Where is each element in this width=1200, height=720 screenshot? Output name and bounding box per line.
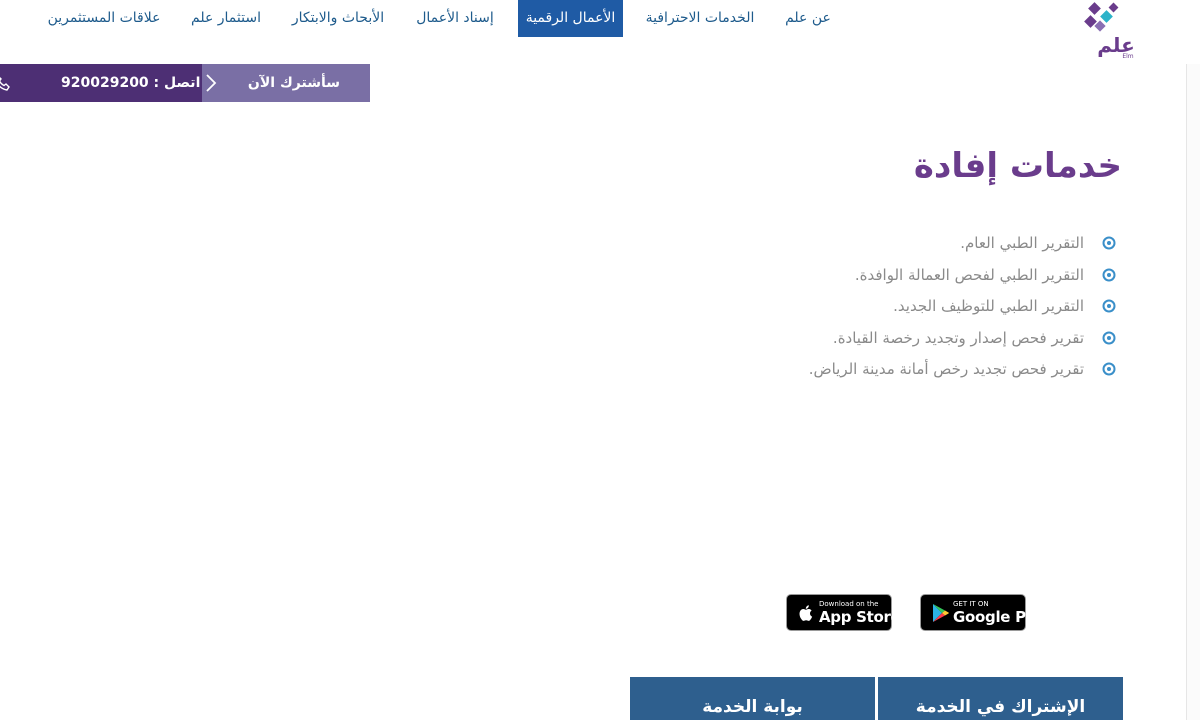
circle-bullet-icon: [1102, 236, 1116, 250]
chevron-right-icon: [206, 74, 217, 92]
list-item: التقرير الطبي لفحص العمالة الوافدة.: [596, 260, 1116, 292]
service-portal-button[interactable]: بوابة الخدمة: [630, 677, 875, 720]
subscribe-call-bar: اتصل : 920029200 سأشترك الآن: [0, 64, 370, 102]
circle-bullet-icon: [1102, 362, 1116, 376]
list-item: تقرير فحص تجديد رخص أمانة مدينة الرياض.: [596, 354, 1116, 386]
subscribe-now-label: سأشترك الآن: [247, 75, 340, 91]
app-store-big-text: App Store: [819, 608, 901, 626]
nav-about-elm[interactable]: عن علم: [781, 0, 835, 37]
service-label: التقرير الطبي العام.: [960, 234, 1084, 252]
app-store-small-text: Download on the: [819, 600, 879, 608]
service-label: التقرير الطبي للتوظيف الجديد.: [893, 297, 1084, 315]
circle-bullet-icon: [1102, 299, 1116, 313]
service-label: التقرير الطبي لفحص العمالة الوافدة.: [854, 265, 1084, 284]
nav-elm-investment[interactable]: استثمار علم: [186, 0, 266, 37]
nav-business-outsourcing[interactable]: إسناد الأعمال: [410, 0, 500, 37]
app-store-badge[interactable]: Download on the App Store: [786, 594, 901, 631]
page-scrollbar[interactable]: [1186, 64, 1200, 720]
services-list: التقرير الطبي العام. التقرير الطبي لفحص …: [596, 228, 1116, 386]
logo-subtext: Elm: [1122, 53, 1133, 60]
top-navigation: علم Elm عن علم الخدمات الاحترافية الأعما…: [0, 0, 1200, 64]
service-label: تقرير فحص إصدار وتجديد رخصة القيادة.: [832, 328, 1084, 347]
page-title: خدمات إفادة: [913, 146, 1122, 186]
call-label: اتصل : 920029200: [61, 75, 201, 91]
elm-logo-icon: علم Elm: [1084, 2, 1135, 60]
google-play-badge[interactable]: GET IT ON Google Play: [920, 594, 1050, 631]
apple-icon: [799, 605, 813, 621]
google-play-small-text: GET IT ON: [953, 600, 989, 608]
subscribe-service-button[interactable]: الإشتراك في الخدمة: [878, 677, 1123, 720]
circle-bullet-icon: [1102, 268, 1116, 281]
list-item: التقرير الطبي العام.: [596, 228, 1116, 260]
google-play-big-text: Google Play: [953, 608, 1050, 626]
phone-icon: [0, 77, 10, 91]
nav-research-innovation[interactable]: الأبحاث والابتكار: [286, 0, 390, 37]
nav-digital-business[interactable]: الأعمال الرقمية: [518, 0, 623, 37]
list-item: التقرير الطبي للتوظيف الجديد.: [596, 291, 1116, 323]
elm-logo[interactable]: علم Elm: [1082, 0, 1138, 60]
google-play-icon: [933, 604, 949, 622]
service-label: تقرير فحص تجديد رخص أمانة مدينة الرياض.: [808, 360, 1084, 378]
list-item: تقرير فحص إصدار وتجديد رخصة القيادة.: [596, 323, 1116, 355]
nav-professional-services[interactable]: الخدمات الاحترافية: [640, 0, 760, 37]
call-button[interactable]: اتصل : 920029200: [0, 64, 202, 102]
subscribe-now-button[interactable]: سأشترك الآن: [202, 64, 370, 102]
nav-investor-relations[interactable]: علاقات المستثمرين: [42, 0, 166, 37]
circle-bullet-icon: [1102, 331, 1116, 344]
